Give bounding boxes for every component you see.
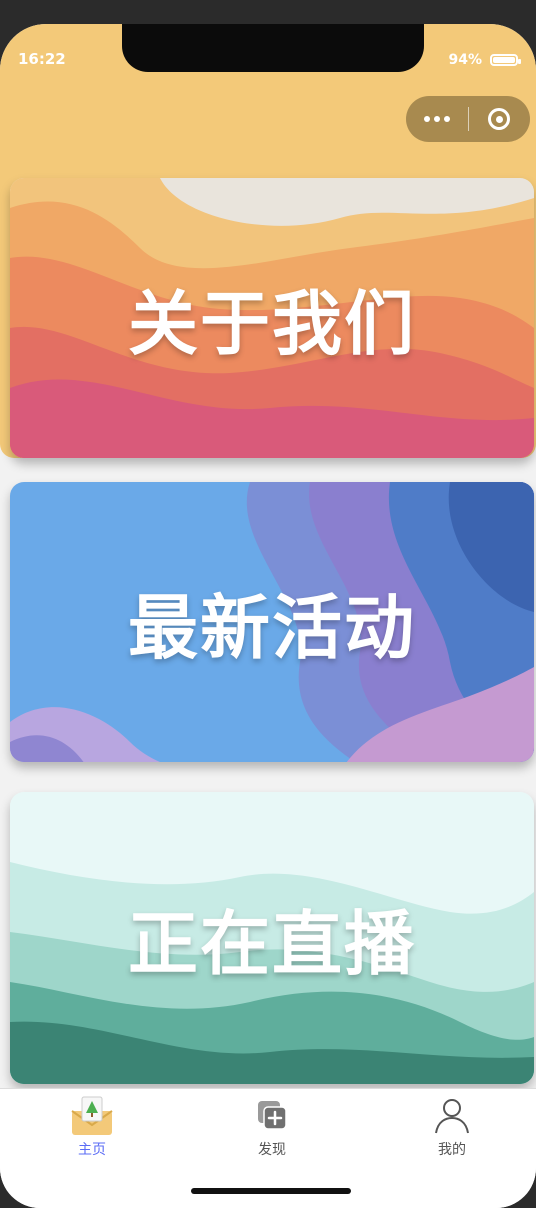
card-label: 最新活动 — [128, 586, 416, 669]
close-mini-program-button[interactable] — [469, 96, 529, 142]
card-list: 关于我们 最新活动 正在直播 — [0, 156, 536, 1086]
dot-icon — [434, 116, 440, 122]
card-label: 正在直播 — [128, 902, 416, 985]
status-time: 16:22 — [18, 50, 66, 68]
home-envelope-icon — [70, 1095, 114, 1137]
battery-percentage: 94% — [448, 52, 482, 68]
tab-label: 发现 — [258, 1142, 286, 1158]
battery-icon — [490, 54, 521, 66]
tab-discover[interactable]: 发现 — [212, 1095, 332, 1165]
notch — [122, 24, 424, 72]
card-about-us[interactable]: 关于我们 — [10, 178, 534, 458]
tab-label: 我的 — [438, 1142, 466, 1158]
more-menu-button[interactable] — [406, 96, 468, 142]
status-bar: 16:22 94% — [0, 24, 536, 94]
target-icon — [488, 108, 510, 130]
card-label: 关于我们 — [128, 282, 416, 365]
dot-icon — [444, 116, 450, 122]
dot-icon — [424, 116, 430, 122]
home-indicator[interactable] — [191, 1188, 351, 1194]
tab-me[interactable]: 我的 — [392, 1095, 512, 1165]
user-profile-icon — [430, 1095, 474, 1137]
tab-home[interactable]: 主页 — [32, 1095, 152, 1165]
card-live-now[interactable]: 正在直播 — [10, 792, 534, 1084]
tab-label: 主页 — [78, 1142, 106, 1158]
mini-program-capsule — [406, 96, 530, 142]
card-latest-activities[interactable]: 最新活动 — [10, 482, 534, 762]
phone-screen: 16:22 94% 关于我们 最新活动 正在直播 主页 发现 我的 — [0, 24, 536, 1208]
discover-add-icon — [250, 1095, 294, 1137]
